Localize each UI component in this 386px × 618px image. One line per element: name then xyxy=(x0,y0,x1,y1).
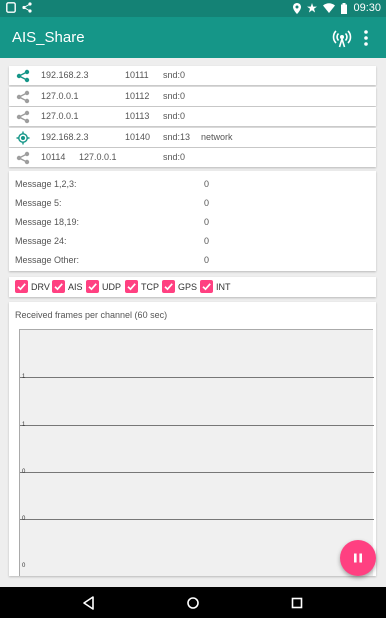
share-icon xyxy=(16,110,30,124)
connection-port: 10111 xyxy=(125,70,149,80)
connection-port: 10113 xyxy=(125,111,150,121)
stat-label: Message 1,2,3: xyxy=(15,179,77,189)
overflow-menu-icon[interactable] xyxy=(356,28,376,48)
checkbox-ais[interactable] xyxy=(52,280,65,293)
navigation-bar xyxy=(0,587,386,618)
message-stats-card: Message 1,2,3: 0 Message 5: 0 Message 18… xyxy=(9,171,376,271)
connection-send: snd:0 xyxy=(163,111,186,121)
stat-value: 0 xyxy=(204,179,210,189)
chart-grid-line xyxy=(20,425,374,426)
connection-send: snd:0 xyxy=(163,70,186,80)
checkbox-drv[interactable] xyxy=(15,280,28,293)
checkbox-udp[interactable] xyxy=(86,280,99,293)
connection-row[interactable]: 192.168.2.3 10140 snd:13 network xyxy=(9,128,376,147)
home-icon[interactable] xyxy=(185,595,201,611)
connection-send: snd:13 xyxy=(163,132,191,142)
connection-address: 192.168.2.3 xyxy=(41,70,89,80)
share-icon xyxy=(22,2,32,13)
stat-row: Message 24: 0 xyxy=(15,236,370,250)
stat-row: Message 18,19: 0 xyxy=(15,217,370,231)
location-icon xyxy=(293,2,302,14)
share-icon xyxy=(16,69,30,83)
stat-row: Message 5: 0 xyxy=(15,198,370,212)
stat-row: Message Other: 0 xyxy=(15,255,370,269)
stat-value: 0 xyxy=(204,236,210,246)
chart-grid-line xyxy=(20,519,374,520)
connection-send: snd:0 xyxy=(163,91,186,101)
connection-port: 10140 xyxy=(125,132,151,142)
connection-row[interactable]: 127.0.0.1 10112 snd:0 xyxy=(9,87,376,106)
chart-plot-area: 1 1 0 0 0 xyxy=(19,329,374,576)
connection-row[interactable]: 10114 127.0.0.1 snd:0 xyxy=(9,148,376,167)
connection-port: 127.0.0.1 xyxy=(79,152,117,162)
y-tick-label: 1 xyxy=(22,422,26,428)
checkbox-label-ais: AIS xyxy=(68,282,83,292)
stat-label: Message Other: xyxy=(15,255,80,265)
share-icon xyxy=(16,151,30,165)
connection-row[interactable]: 127.0.0.1 10113 snd:0 xyxy=(9,107,376,126)
stat-label: Message 5: xyxy=(15,198,62,208)
y-tick-label: 0 xyxy=(22,516,26,522)
connection-send: snd:0 xyxy=(163,152,186,162)
stat-row: Message 1,2,3: 0 xyxy=(15,179,370,193)
pause-icon xyxy=(354,553,362,563)
status-bar: 09:30 xyxy=(0,0,386,17)
app-title: AIS_Share xyxy=(12,29,85,46)
status-time: 09:30 xyxy=(353,2,381,14)
chart-grid-line xyxy=(20,377,374,378)
checkbox-label-int: INT xyxy=(216,282,231,292)
checkbox-int[interactable] xyxy=(200,280,213,293)
connection-address: 192.168.2.3 xyxy=(41,132,89,142)
connection-address: 127.0.0.1 xyxy=(41,91,79,101)
notification-icon xyxy=(6,2,16,13)
checkbox-label-udp: UDP xyxy=(102,282,122,292)
connection-row[interactable]: 192.168.2.3 10111 snd:0 xyxy=(9,66,376,85)
back-icon[interactable] xyxy=(81,595,97,611)
stat-label: Message 18,19: xyxy=(15,217,80,227)
pause-button[interactable] xyxy=(340,540,376,576)
stat-value: 0 xyxy=(204,198,210,208)
app-bar: AIS_Share xyxy=(0,17,386,58)
checkbox-tcp[interactable] xyxy=(125,280,138,293)
y-tick-label: 0 xyxy=(22,469,26,475)
stat-label: Message 24: xyxy=(15,236,67,246)
stat-value: 0 xyxy=(204,255,210,265)
checkbox-label-drv: DRV xyxy=(31,282,50,292)
connection-port: 10112 xyxy=(125,91,150,101)
star-icon xyxy=(307,3,318,13)
y-tick-label: 0 xyxy=(22,563,26,569)
chart-grid-line xyxy=(20,472,374,473)
connection-address: 127.0.0.1 xyxy=(41,111,79,121)
stat-value: 0 xyxy=(204,217,210,227)
frames-chart-card: Received frames per channel (60 sec) 1 1… xyxy=(9,302,376,576)
wifi-icon xyxy=(323,3,336,13)
share-icon xyxy=(16,90,30,104)
checkbox-label-tcp: TCP xyxy=(141,282,159,292)
checkbox-label-gps: GPS xyxy=(178,282,198,292)
checkbox-gps[interactable] xyxy=(162,280,175,293)
y-tick-label: 1 xyxy=(22,374,26,380)
recents-icon[interactable] xyxy=(289,595,305,611)
gps-target-icon xyxy=(16,131,30,145)
chart-title: Received frames per channel (60 sec) xyxy=(15,310,168,320)
connection-address: 10114 xyxy=(41,152,66,162)
channel-filter-bar: DRV AIS UDP TCP GPS INT xyxy=(9,277,376,297)
connection-extra: network xyxy=(201,132,233,142)
antenna-icon[interactable] xyxy=(332,28,352,48)
battery-icon xyxy=(341,2,348,14)
